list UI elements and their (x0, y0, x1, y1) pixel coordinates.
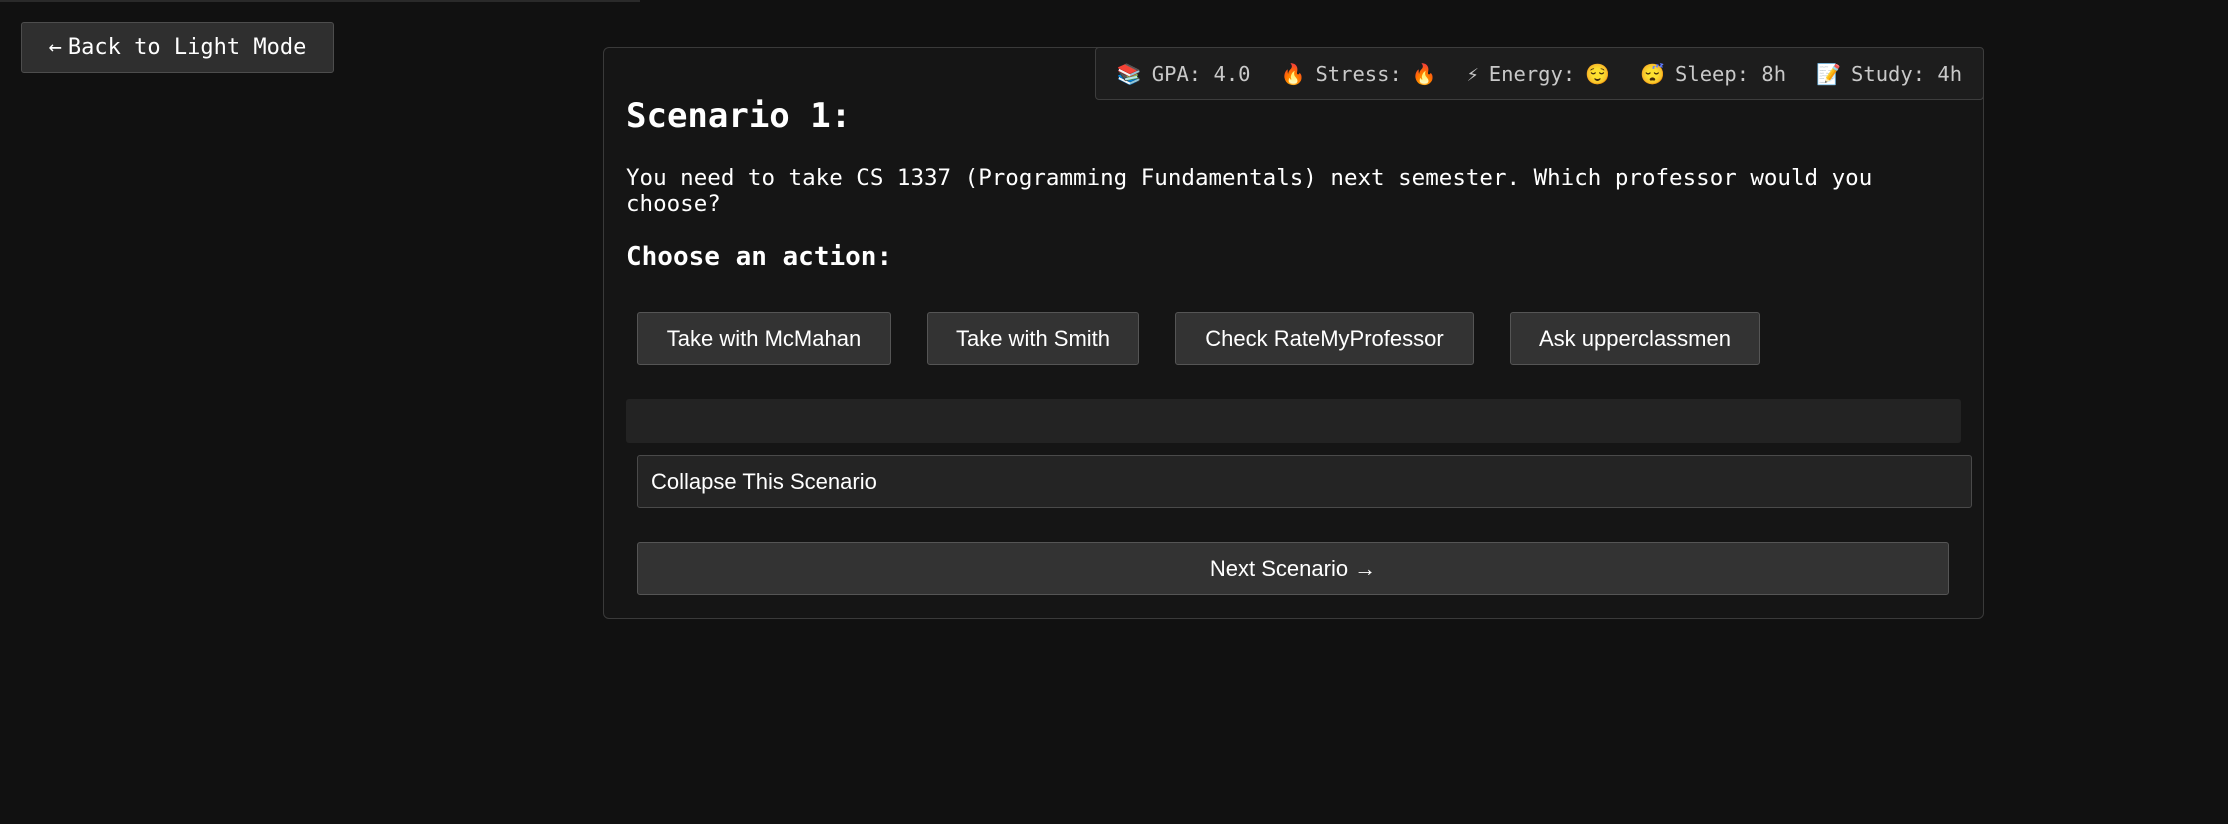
next-scenario-button[interactable]: Next Scenario → (637, 542, 1949, 595)
back-to-light-mode-button[interactable]: ← Back to Light Mode (21, 22, 334, 73)
stat-gpa-label: GPA: 4.0 (1151, 61, 1251, 86)
collapse-label: Collapse This Scenario (651, 468, 877, 494)
collapse-scenario-button[interactable]: Collapse This Scenario (637, 455, 1972, 508)
stat-stress: 🔥 Stress: 🔥 (1281, 62, 1437, 86)
stat-sleep-label: Sleep: 8h (1675, 61, 1787, 86)
memo-icon: 📝 (1816, 61, 1842, 86)
relieved-face-icon: 😌 (1585, 61, 1611, 86)
stat-study: 📝 Study: 4h (1816, 62, 1962, 86)
take-with-mcmahan-button[interactable]: Take with McMahan (637, 312, 891, 365)
sleeping-face-icon: 😴 (1640, 61, 1666, 86)
stat-energy: ⚡ Energy: 😌 (1467, 62, 1610, 86)
right-arrow-icon: → (1354, 555, 1377, 581)
left-arrow-icon: ← (48, 35, 62, 60)
top-divider (0, 0, 640, 2)
scenario-description: You need to take CS 1337 (Programming Fu… (626, 165, 1873, 217)
next-scenario-label: Next Scenario (1209, 555, 1349, 581)
stats-bar: 📚 GPA: 4.0 🔥 Stress: 🔥 ⚡ Energy: 😌 😴 Sle… (1095, 47, 1984, 100)
choose-action-heading: Choose an action: (626, 242, 893, 272)
stat-gpa: 📚 GPA: 4.0 (1117, 62, 1251, 86)
result-box (626, 399, 1961, 443)
stat-stress-label: Stress: (1315, 61, 1402, 86)
stress-level-fire-icon: 🔥 (1411, 61, 1437, 86)
stat-study-label: Study: 4h (1851, 61, 1963, 86)
books-icon: 📚 (1116, 61, 1142, 86)
back-button-label: Back to Light Mode (67, 35, 307, 60)
stat-sleep: 😴 Sleep: 8h (1640, 62, 1786, 86)
lightning-icon: ⚡ (1466, 61, 1479, 86)
ask-upperclassmen-button[interactable]: Ask upperclassmen (1510, 312, 1760, 365)
fire-icon: 🔥 (1280, 61, 1306, 86)
take-with-smith-button[interactable]: Take with Smith (927, 312, 1139, 365)
stat-energy-label: Energy: (1488, 61, 1576, 86)
check-ratemyprofessor-button[interactable]: Check RateMyProfessor (1175, 312, 1474, 365)
scenario-title: Scenario 1: (626, 96, 852, 136)
